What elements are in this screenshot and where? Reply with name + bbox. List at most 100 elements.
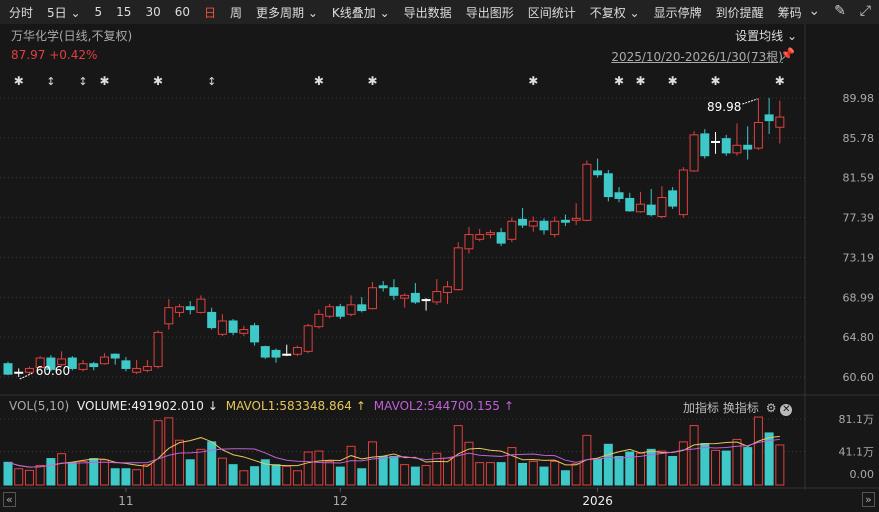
scroll-left-button[interactable]: « <box>3 492 16 507</box>
volume-bar <box>657 450 667 486</box>
candle-body <box>314 313 324 328</box>
volume-bar <box>314 450 324 486</box>
volume-bar <box>700 442 710 486</box>
candle-body <box>657 197 667 218</box>
candle-body <box>400 294 410 299</box>
candle <box>507 217 517 243</box>
candle-body <box>464 234 474 250</box>
candle-body <box>539 220 549 231</box>
candle <box>175 303 185 318</box>
candle-body <box>14 371 24 374</box>
gear-icon[interactable]: ⚙ <box>766 401 777 415</box>
updown-marker-icon: ↕ <box>78 75 87 88</box>
candle <box>625 192 635 212</box>
candlestick-chart[interactable]: 89.98 85.78 81.59 77.39 73.19 68.99 64.80 60.60… <box>0 0 879 512</box>
volume-legend: VOL(5,10) VOLUME:491902.010 ↓ MAVOL1:5833… <box>9 399 518 413</box>
star-marker-icon: ✱ <box>710 74 720 88</box>
candle-body <box>764 114 774 122</box>
candle <box>378 281 388 292</box>
vol-tools: 加指标 换指标 ⚙ ✕ <box>683 399 793 416</box>
candle-body <box>282 353 292 356</box>
high-arrow <box>742 98 758 105</box>
candle-body <box>357 304 367 312</box>
candle-body <box>550 220 560 236</box>
candle <box>753 98 763 151</box>
candle-body <box>646 204 656 216</box>
candle-body <box>217 320 227 335</box>
add-indicator-button[interactable]: 加指标 <box>683 401 719 415</box>
volume-bar <box>560 470 570 486</box>
close-icon[interactable]: ✕ <box>780 404 793 416</box>
volume-bar <box>485 462 495 486</box>
candle-body <box>185 306 195 311</box>
volume-bar <box>721 450 731 486</box>
volume-bar <box>410 466 420 486</box>
candle-body <box>635 203 645 213</box>
volume-bar <box>14 468 24 486</box>
y-tick-label: 73.19 <box>843 251 875 264</box>
candle <box>528 216 538 232</box>
candle-body <box>528 220 538 227</box>
volume-bar <box>635 452 645 486</box>
high-label: 89.98 <box>707 100 741 114</box>
y-tick-label: 81.59 <box>843 172 875 185</box>
volume-bar <box>57 453 67 486</box>
star-marker-icon: ✱ <box>14 74 24 88</box>
candle-body <box>571 217 581 221</box>
volume-bar <box>378 456 388 486</box>
mavol2-dir: ↑ <box>503 399 514 413</box>
vol-tick-label: 41.1万 <box>839 446 875 459</box>
star-marker-icon: ✱ <box>635 74 645 88</box>
volume-bar <box>357 468 367 486</box>
volume-bar <box>185 459 195 486</box>
volume-bar <box>239 470 249 486</box>
x-tick-label: 11 <box>118 494 133 508</box>
candle <box>582 160 592 222</box>
candle-body <box>732 144 742 154</box>
volume-bar <box>593 458 603 486</box>
candle <box>464 226 474 254</box>
candle <box>496 227 506 246</box>
candle <box>550 216 560 238</box>
volume-bar <box>518 462 528 486</box>
candle-body <box>743 144 753 150</box>
low-arrow <box>19 372 33 380</box>
candle-body <box>367 287 377 310</box>
candle-body <box>689 134 699 172</box>
candle <box>207 307 217 330</box>
star-marker-icon: ✱ <box>668 74 678 88</box>
candle <box>518 207 528 228</box>
volume-bar <box>421 464 431 486</box>
candle-body <box>700 133 710 157</box>
candle <box>346 295 356 317</box>
switch-indicator-button[interactable]: 换指标 <box>723 401 759 415</box>
candle <box>292 345 302 357</box>
candle-body <box>153 331 163 368</box>
candle-body <box>260 346 270 358</box>
candle <box>764 98 774 134</box>
vol-tick-label: 0.00 <box>850 468 875 481</box>
candle-body <box>142 366 152 371</box>
vol-tick-label: 81.1万 <box>839 413 875 426</box>
volume-dir: ↓ <box>207 399 218 413</box>
candle <box>335 303 345 320</box>
volume-bar <box>689 425 699 486</box>
candle <box>217 314 227 337</box>
candle-body <box>432 291 442 303</box>
volume-bar <box>271 464 281 486</box>
volume-bar <box>775 444 785 486</box>
scroll-right-button[interactable]: » <box>862 492 875 507</box>
y-tick-label: 77.39 <box>843 212 875 225</box>
candle-body <box>582 163 592 221</box>
volume-bar <box>614 456 624 486</box>
candle <box>228 319 238 336</box>
candle <box>410 282 420 304</box>
candle-body <box>132 367 142 373</box>
candle <box>711 131 721 154</box>
candle-body <box>228 320 238 333</box>
volume-bar <box>228 464 238 486</box>
candle <box>400 293 410 308</box>
volume-bar <box>217 457 227 486</box>
mavol2-value: MAVOL2:544700.155 <box>373 399 500 413</box>
candle <box>635 191 645 213</box>
